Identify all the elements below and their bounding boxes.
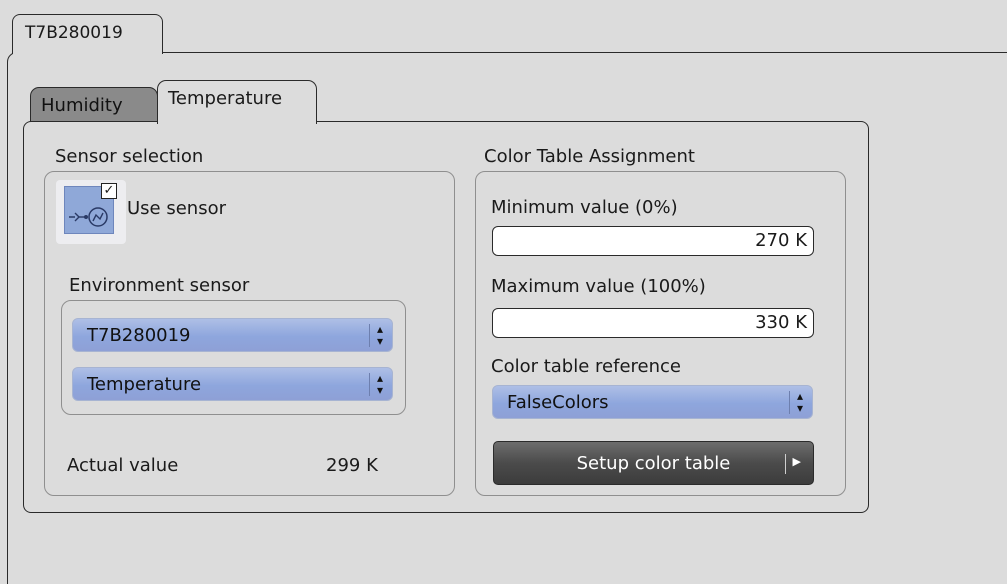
tab-humidity[interactable]: Humidity (30, 87, 158, 123)
environment-sensor-title: Environment sensor (69, 275, 250, 296)
color-table-assignment-title: Color Table Assignment (484, 146, 695, 167)
actual-value-label: Actual value (67, 455, 179, 476)
sensor-measurement-value: Temperature (87, 374, 202, 395)
tab-temperature-label: Temperature (168, 88, 283, 109)
sensor-measurement-select[interactable]: Temperature ▴ ▾ (72, 367, 393, 401)
setup-color-table-button[interactable]: Setup color table ▶ (493, 441, 814, 485)
color-table-reference-value: FalseColors (507, 392, 609, 413)
minimum-value-field[interactable]: 270 K (492, 226, 814, 256)
setup-color-table-label: Setup color table (576, 453, 731, 474)
use-sensor-checkbox[interactable]: ✓ (101, 183, 117, 199)
maximum-value-field[interactable]: 330 K (492, 308, 814, 338)
color-table-reference-select[interactable]: FalseColors ▴ ▾ (492, 385, 813, 419)
tab-temperature[interactable]: Temperature (157, 80, 317, 124)
updown-arrow-icon: ▴ ▾ (376, 371, 384, 397)
updown-arrow-icon: ▴ ▾ (796, 389, 804, 415)
tab-humidity-label: Humidity (41, 95, 123, 116)
updown-arrow-icon: ▴ ▾ (376, 322, 384, 348)
maximum-value-label: Maximum value (100%) (491, 276, 706, 297)
sensor-selection-title: Sensor selection (55, 146, 204, 167)
actual-value: 299 K (326, 455, 378, 476)
play-arrow-icon: ▶ (792, 455, 801, 468)
device-tab[interactable]: T7B280019 (12, 14, 163, 54)
color-table-reference-label: Color table reference (491, 356, 681, 377)
sensor-device-value: T7B280019 (87, 325, 191, 346)
sensor-device-select[interactable]: T7B280019 ▴ ▾ (72, 318, 393, 352)
minimum-value-label: Minimum value (0%) (491, 197, 678, 218)
use-sensor-toggle[interactable]: ✓ (56, 180, 126, 244)
use-sensor-label: Use sensor (127, 198, 226, 219)
device-tab-label: T7B280019 (25, 23, 123, 43)
